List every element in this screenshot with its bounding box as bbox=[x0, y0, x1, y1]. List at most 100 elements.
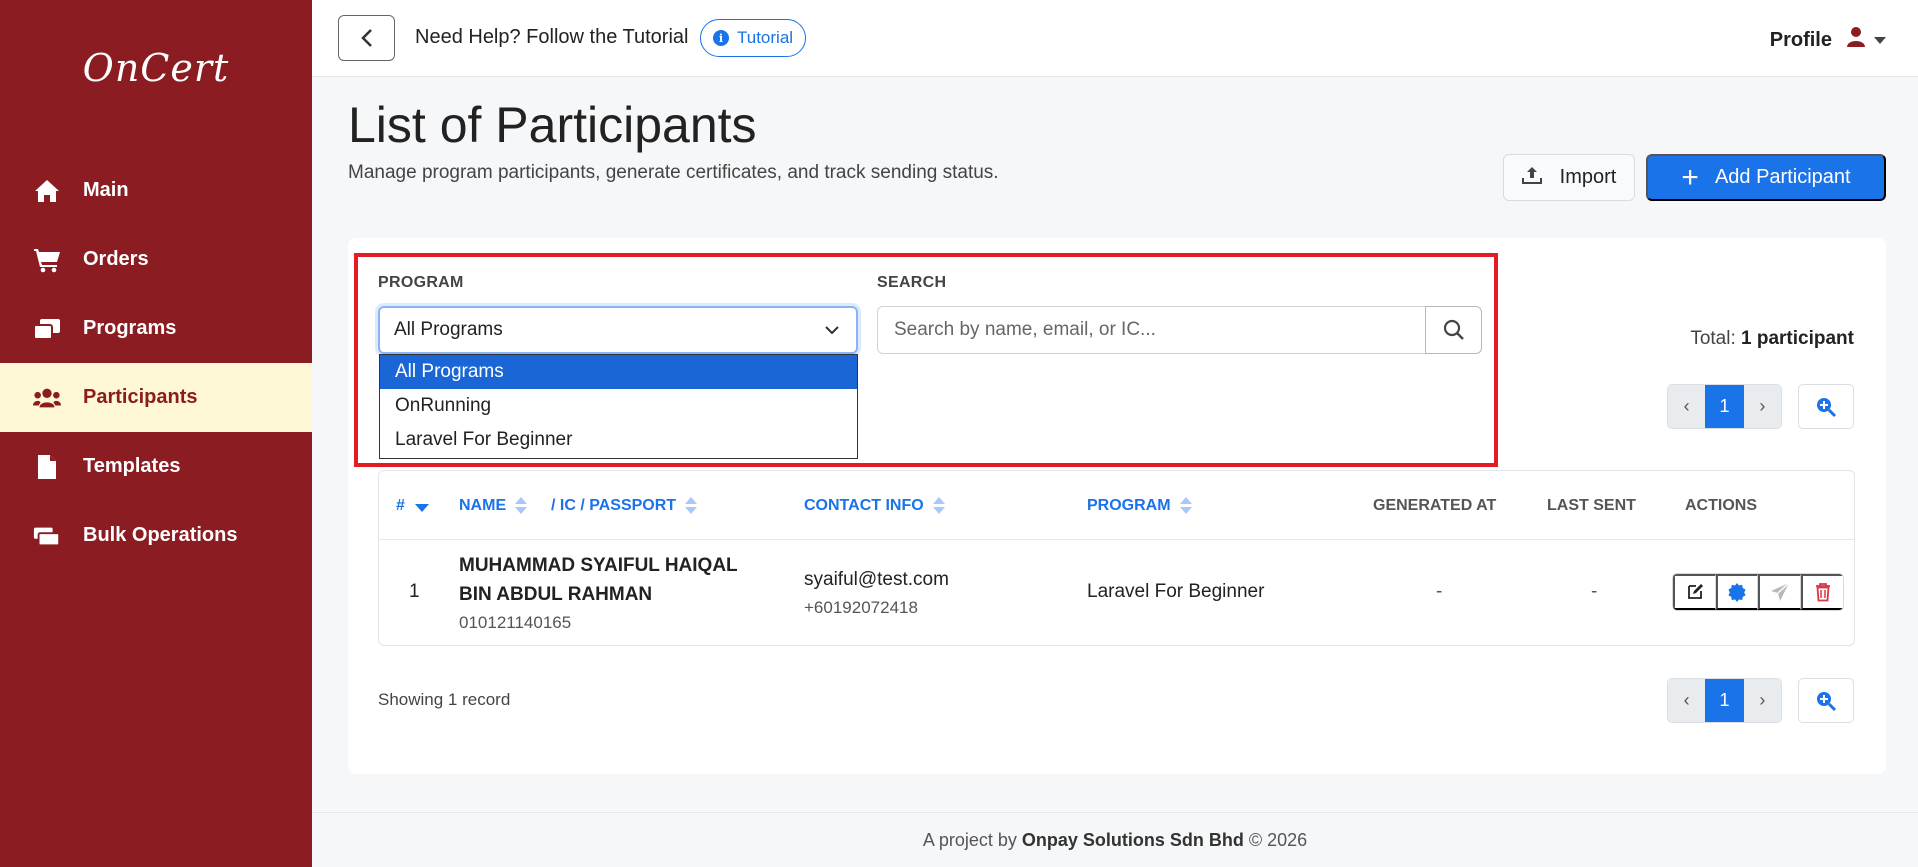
generate-certificate-button[interactable] bbox=[1715, 574, 1758, 610]
topbar: Need Help? Follow the Tutorial i Tutoria… bbox=[312, 0, 1918, 77]
zoom-in-icon bbox=[1817, 691, 1837, 711]
sidebar-item-templates[interactable]: Templates bbox=[0, 432, 312, 501]
chevron-down-icon bbox=[825, 326, 839, 335]
zoom-in-icon bbox=[1817, 397, 1837, 417]
chevron-left-icon bbox=[360, 29, 372, 47]
home-icon bbox=[33, 177, 61, 205]
column-header-generated: GENERATED AT bbox=[1373, 497, 1497, 514]
column-header-number[interactable]: # bbox=[396, 497, 429, 515]
column-name-label: NAME bbox=[459, 497, 507, 514]
pager-page-1[interactable]: 1 bbox=[1705, 679, 1744, 722]
caret-down-icon bbox=[1874, 36, 1886, 44]
pagination-top: ‹ 1 › bbox=[1667, 384, 1782, 429]
column-header-actions: ACTIONS bbox=[1685, 497, 1757, 514]
send-icon bbox=[1770, 582, 1790, 601]
file-icon bbox=[33, 453, 61, 481]
edit-button[interactable] bbox=[1673, 574, 1716, 610]
sidebar-item-label: Templates bbox=[83, 455, 181, 477]
footer: A project by Onpay Solutions Sdn Bhd © 2… bbox=[312, 812, 1918, 867]
trash-icon bbox=[1815, 583, 1830, 602]
sort-icon bbox=[684, 497, 698, 515]
column-program-label: PROGRAM bbox=[1087, 497, 1171, 514]
total-prefix: Total: bbox=[1690, 328, 1736, 349]
sidebar-item-programs[interactable]: Programs bbox=[0, 294, 312, 363]
participant-name-line2: BIN ABDUL RAHMAN bbox=[459, 584, 653, 605]
column-header-program[interactable]: PROGRAM bbox=[1087, 497, 1193, 515]
profile-label: Profile bbox=[1769, 28, 1832, 51]
help-text: Need Help? Follow the Tutorial bbox=[415, 26, 689, 48]
sort-desc-icon bbox=[414, 504, 429, 512]
sidebar-item-label: Bulk Operations bbox=[83, 524, 238, 546]
column-header-name[interactable]: NAME bbox=[459, 497, 528, 515]
tutorial-button[interactable]: i Tutorial bbox=[700, 19, 807, 57]
add-participant-button[interactable]: + Add Participant bbox=[1646, 154, 1886, 201]
sidebar-item-label: Programs bbox=[83, 317, 177, 339]
sort-icon bbox=[514, 497, 528, 515]
column-ic-label: / IC / PASSPORT bbox=[551, 497, 677, 514]
certificate-badge-icon bbox=[1728, 583, 1746, 602]
import-button[interactable]: Import bbox=[1503, 154, 1635, 201]
participant-program: Laravel For Beginner bbox=[1087, 581, 1265, 602]
zoom-search-button[interactable] bbox=[1798, 678, 1854, 723]
search-icon bbox=[1443, 319, 1464, 340]
program-option-all[interactable]: All Programs bbox=[380, 355, 857, 389]
search-filter-label: SEARCH bbox=[877, 274, 947, 291]
oncert-logo[interactable]: OnCert bbox=[0, 28, 312, 108]
info-icon: i bbox=[713, 30, 729, 46]
footer-prefix: A project by bbox=[922, 829, 1017, 850]
program-filter-label: PROGRAM bbox=[378, 274, 464, 291]
column-header-contact[interactable]: CONTACT INFO bbox=[804, 497, 946, 515]
participant-email: syaiful@test.com bbox=[804, 569, 949, 590]
program-dropdown: All Programs OnRunning Laravel For Begin… bbox=[379, 354, 858, 459]
sidebar: OnCert Main Orders Programs Participants bbox=[0, 0, 312, 867]
participant-name-line1: MUHAMMAD SYAIFUL HAIQAL bbox=[459, 555, 738, 576]
participants-table: # NAME / IC / PASSPORT CONTACT INFO PROG… bbox=[378, 470, 1855, 646]
page-subtitle: Manage program participants, generate ce… bbox=[348, 162, 999, 183]
cart-icon bbox=[33, 246, 61, 274]
sidebar-item-participants[interactable]: Participants bbox=[0, 363, 312, 432]
last-sent: - bbox=[1591, 581, 1598, 602]
search-button[interactable] bbox=[1425, 306, 1482, 354]
column-header-ic[interactable]: / IC / PASSPORT bbox=[551, 497, 698, 515]
header-divider bbox=[379, 539, 1854, 540]
back-button[interactable] bbox=[338, 15, 395, 61]
edit-icon bbox=[1687, 584, 1703, 599]
program-select[interactable]: All Programs bbox=[378, 306, 858, 354]
profile-menu[interactable]: Profile bbox=[1770, 26, 1886, 54]
program-option-onrunning[interactable]: OnRunning bbox=[380, 389, 857, 423]
column-contact-label: CONTACT INFO bbox=[804, 497, 924, 514]
programs-icon bbox=[33, 315, 61, 343]
sidebar-item-label: Participants bbox=[83, 386, 198, 408]
tutorial-label: Tutorial bbox=[737, 28, 794, 47]
participant-ic: 010121140165 bbox=[459, 613, 572, 632]
total-count: Total: 1 participant bbox=[1690, 328, 1854, 350]
pager-next-button[interactable]: › bbox=[1743, 385, 1781, 428]
sidebar-item-label: Main bbox=[83, 179, 129, 201]
column-num-label: # bbox=[396, 497, 405, 514]
pager-page-1[interactable]: 1 bbox=[1705, 385, 1744, 428]
users-icon bbox=[33, 384, 61, 412]
user-icon bbox=[1846, 26, 1866, 54]
zoom-search-button[interactable] bbox=[1798, 384, 1854, 429]
sidebar-item-bulk-operations[interactable]: Bulk Operations bbox=[0, 501, 312, 570]
sidebar-item-label: Orders bbox=[83, 248, 149, 270]
pager-prev-button[interactable]: ‹ bbox=[1668, 679, 1706, 722]
program-option-laravel[interactable]: Laravel For Beginner bbox=[380, 423, 857, 457]
import-label: Import bbox=[1559, 166, 1617, 188]
pager-next-button[interactable]: › bbox=[1743, 679, 1781, 722]
sidebar-item-orders[interactable]: Orders bbox=[0, 225, 312, 294]
bulk-icon bbox=[33, 522, 61, 550]
generated-at: - bbox=[1436, 581, 1443, 602]
plus-icon: + bbox=[1681, 160, 1699, 194]
delete-button[interactable] bbox=[1800, 574, 1843, 610]
column-header-last-sent: LAST SENT bbox=[1547, 497, 1636, 514]
page-title: List of Participants bbox=[348, 97, 757, 153]
showing-records: Showing 1 record bbox=[378, 690, 511, 709]
participant-phone: +60192072418 bbox=[804, 598, 918, 617]
send-button[interactable] bbox=[1758, 574, 1801, 610]
pager-prev-button[interactable]: ‹ bbox=[1668, 385, 1706, 428]
total-value: 1 participant bbox=[1741, 328, 1854, 349]
sidebar-item-main[interactable]: Main bbox=[0, 156, 312, 225]
search-input[interactable] bbox=[877, 306, 1426, 354]
footer-copyright: © 2026 bbox=[1248, 829, 1308, 850]
